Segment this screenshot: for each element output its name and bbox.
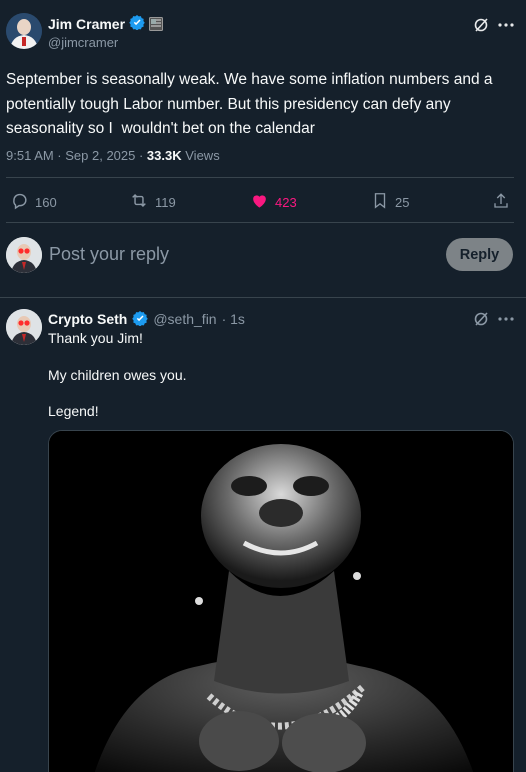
bookmark-button[interactable]: 25 xyxy=(371,191,409,213)
tweet-text: September is seasonally weak. We have so… xyxy=(6,71,497,137)
reply-media-image[interactable] xyxy=(48,430,514,772)
jim-cramer-avatar[interactable] xyxy=(6,13,42,49)
reply-author-name[interactable]: Crypto Seth xyxy=(48,311,127,327)
like-count: 423 xyxy=(275,194,297,210)
more-icon[interactable] xyxy=(496,15,516,35)
retweet-button[interactable]: 119 xyxy=(129,191,176,213)
reply-input[interactable]: Post your reply xyxy=(49,244,429,265)
reply-header: Crypto Seth @seth_fin · 1s xyxy=(48,310,245,328)
tweet-meta: 9:51 AM · Sep 2, 2025 · 33.3K Views xyxy=(6,148,220,163)
author-handle[interactable]: @jimcramer xyxy=(48,35,118,50)
reply-button[interactable]: 160 xyxy=(10,191,57,213)
views-count: 33.3K xyxy=(146,148,182,163)
bookmark-count: 25 xyxy=(395,194,410,210)
flag-icon xyxy=(149,17,164,31)
user-avatar[interactable] xyxy=(6,237,42,273)
reply-count: 160 xyxy=(35,194,57,210)
reply-author-avatar[interactable] xyxy=(6,309,42,345)
divider-composer xyxy=(0,297,526,298)
bookmark-icon xyxy=(371,191,389,213)
reply-line-2: My children owes you. xyxy=(48,367,187,383)
retweet-count: 119 xyxy=(155,194,176,210)
reply-age[interactable]: · 1s xyxy=(222,311,245,327)
verified-icon xyxy=(132,310,149,329)
views-label: Views xyxy=(185,148,220,163)
author-name[interactable]: Jim Cramer xyxy=(48,16,125,32)
grok-icon[interactable] xyxy=(471,309,491,329)
reply-submit-button[interactable]: Reply xyxy=(446,238,513,271)
tweet-timestamp[interactable]: 9:51 AM · Sep 2, 2025 · xyxy=(6,148,147,163)
divider-top xyxy=(6,177,514,178)
divider-actions xyxy=(6,222,514,223)
like-button[interactable]: 423 xyxy=(250,191,297,213)
share-icon[interactable] xyxy=(490,190,512,212)
author-name-row: Jim Cramer xyxy=(48,14,164,35)
grok-icon[interactable] xyxy=(471,15,491,35)
more-icon[interactable] xyxy=(496,309,516,329)
reply-author-handle[interactable]: @seth_fin xyxy=(153,311,216,327)
reply-line-1: Thank you Jim! xyxy=(48,330,143,346)
verified-icon xyxy=(129,14,145,35)
heart-icon xyxy=(250,191,269,213)
reply-line-3: Legend! xyxy=(48,403,99,419)
retweet-icon xyxy=(129,191,149,213)
reply-icon xyxy=(10,191,29,213)
